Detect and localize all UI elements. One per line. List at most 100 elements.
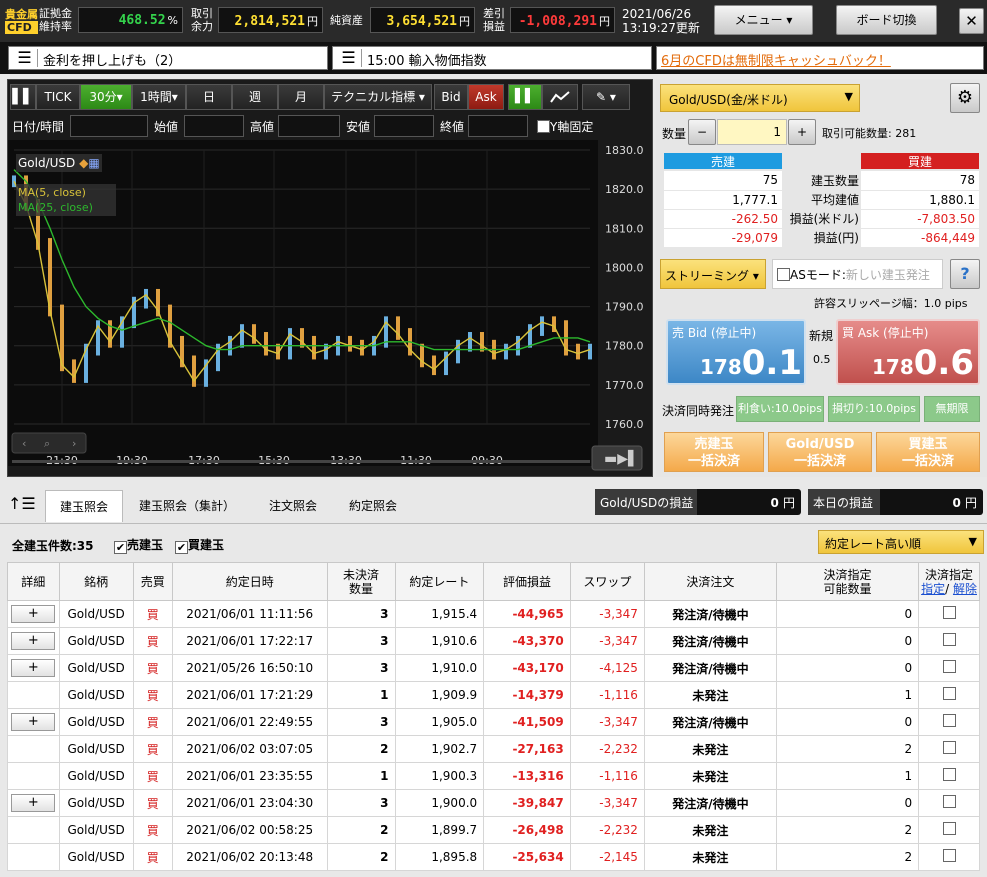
news-item-2[interactable]: ☰ 15:00 輸入物価指数 <box>332 46 652 70</box>
release-link[interactable]: 解除 <box>953 582 977 596</box>
streaming-select[interactable]: ストリーミング ▾ <box>660 259 766 289</box>
close-button[interactable]: ✕ <box>959 8 984 34</box>
settle-checkbox[interactable] <box>942 633 956 646</box>
bulk-sell-close-button[interactable]: 売建玉 一括決済 <box>664 432 764 472</box>
settle-checkbox[interactable] <box>942 741 956 754</box>
take-profit-button[interactable]: 利食い:10.0pips <box>736 396 824 422</box>
settle-checkbox[interactable] <box>942 849 956 862</box>
rate-cell: 1,902.7 <box>394 735 485 763</box>
detail-expand-button[interactable]: + <box>11 713 56 731</box>
y-tick-label: 1830.0 <box>605 144 644 157</box>
settle-checkbox[interactable] <box>942 606 956 619</box>
ask-button[interactable]: Ask <box>468 84 504 110</box>
as-mode-checkbox[interactable] <box>777 268 790 281</box>
expiry-button[interactable]: 無期限 <box>924 396 980 422</box>
as-mode-field[interactable]: ASモード:新しい建玉発注 <box>772 259 943 289</box>
news-item-1[interactable]: ☰ 金利を押し上げも（2） <box>8 46 328 70</box>
side-cell: 買 <box>132 789 173 817</box>
symbol-select[interactable]: Gold/USD(金/米ドル) ▼ <box>660 84 860 112</box>
1hour-button[interactable]: 1時間▾ <box>132 84 186 110</box>
draw-tool-icon[interactable]: ✎ ▾ <box>582 84 630 110</box>
help-button[interactable]: ? <box>950 259 980 289</box>
col-header: 未決済 数量 <box>326 562 396 601</box>
promo-link[interactable]: 6月のCFDは無制限キャッシュバック！ <box>656 46 984 70</box>
detail-expand-button[interactable]: + <box>11 794 56 812</box>
swap-cell: -3,347 <box>569 600 645 628</box>
table-row: + Gold/USD 買 2021/05/26 16:50:10 3 1,910.0 -43… <box>7 654 980 682</box>
tab-executions[interactable]: 約定照会 <box>334 490 412 522</box>
bulk-symbol-close-button[interactable]: Gold/USD 一括決済 <box>768 432 872 472</box>
day-button[interactable]: 日 <box>186 84 232 110</box>
total-positions: 全建玉件数:35 <box>12 539 94 553</box>
datetime-cell: 2021/06/02 20:13:48 <box>171 843 328 871</box>
symbol-cell: Gold/USD <box>58 681 134 709</box>
qty-label: 数量 <box>662 127 687 141</box>
table-row: + Gold/USD 買 2021/06/01 23:04:30 3 1,900.0 -39… <box>7 789 980 817</box>
detail-expand-button[interactable]: + <box>11 659 56 677</box>
detail-expand-button[interactable]: + <box>11 605 56 623</box>
swap-cell: -1,116 <box>569 681 645 709</box>
swap-cell: -3,347 <box>569 708 645 736</box>
col-header[interactable]: 銘柄 <box>58 562 134 601</box>
rate-cell: 1,905.0 <box>394 708 485 736</box>
buy-filter-checkbox[interactable]: ✔ 買建玉 <box>175 536 224 554</box>
open-field <box>184 115 244 137</box>
qty-plus-button[interactable]: + <box>788 119 816 145</box>
detail-expand-button[interactable]: + <box>11 632 56 650</box>
tab-orders[interactable]: 注文照会 <box>254 490 332 522</box>
bulk-buy-close-button[interactable]: 買建玉 一括決済 <box>876 432 980 472</box>
swap-cell: -3,347 <box>569 789 645 817</box>
qty-cell: 3 <box>326 600 396 628</box>
settle-checkbox[interactable] <box>942 768 956 781</box>
specify-link[interactable]: 指定 <box>921 582 945 596</box>
candlestick-icon[interactable]: ▌▌ <box>508 84 542 110</box>
sell-filter-checkbox[interactable]: ✔ 売建玉 <box>114 536 163 554</box>
settings-button[interactable]: ⚙ <box>950 83 980 113</box>
settle-checkbox[interactable] <box>942 795 956 808</box>
col-header: 決済注文 <box>643 562 777 601</box>
sort-select[interactable]: 約定レート高い順 ▼ <box>818 530 984 554</box>
chart-scrollbar[interactable] <box>12 460 590 463</box>
menu-button[interactable]: メニュー ▾ <box>714 5 813 35</box>
month-button[interactable]: 月 <box>278 84 324 110</box>
settle-checkbox[interactable] <box>942 660 956 673</box>
swap-cell: -2,232 <box>569 735 645 763</box>
chart-type-icon[interactable]: ▌▌ <box>10 84 36 110</box>
settle-checkbox[interactable] <box>942 822 956 835</box>
30min-button[interactable]: 30分▾ <box>80 84 132 110</box>
bid-button[interactable]: Bid <box>434 84 468 110</box>
product-logo: 貴金属 CFD <box>5 8 38 34</box>
settle-checkbox[interactable] <box>942 687 956 700</box>
symbol-pl-value: 0 円 <box>770 496 795 510</box>
technical-dropdown[interactable]: テクニカル指標 ▾ <box>324 84 432 110</box>
today-pl-value: 0 円 <box>952 496 977 510</box>
side-cell: 買 <box>132 843 173 871</box>
yfix-checkbox[interactable]: Y軸固定 <box>537 118 593 135</box>
candle-bar <box>420 343 424 368</box>
rate-cell: 1,895.8 <box>394 843 485 871</box>
qty-cell: 1 <box>326 681 396 709</box>
order-status-cell: 発注済/待機中 <box>643 600 777 628</box>
settle-checkbox[interactable] <box>942 714 956 727</box>
candle-bar <box>360 339 364 356</box>
sell-bid-button[interactable]: 売 Bid (停止中) 1780.1 <box>666 319 806 385</box>
summary-row: 75 建玉数量 78 <box>664 171 979 190</box>
qty-minus-button[interactable]: − <box>688 119 716 145</box>
avail-qty-cell: 0 <box>775 654 920 682</box>
week-button[interactable]: 週 <box>232 84 278 110</box>
col-header: 売買 <box>132 562 173 601</box>
yfix-check[interactable] <box>537 120 550 133</box>
avail-qty-cell: 0 <box>775 627 920 655</box>
stop-loss-button[interactable]: 損切り:10.0pips <box>828 396 920 422</box>
board-switch-button[interactable]: ボード切換 <box>836 5 937 35</box>
y-tick-label: 1810.0 <box>605 222 644 235</box>
line-chart-icon[interactable] <box>542 84 578 110</box>
tab-positions-summary[interactable]: 建玉照会（集計） <box>128 490 246 522</box>
tab-positions[interactable]: 建玉照会 <box>45 490 123 522</box>
buy-ask-button[interactable]: 買 Ask (停止中) 1780.6 <box>836 319 980 385</box>
sort-toggle-icon[interactable]: ↑☰ <box>8 494 36 513</box>
table-row: + Gold/USD 買 2021/06/01 17:22:17 3 1,910.6 -43… <box>7 627 980 655</box>
qty-input[interactable]: 1 <box>717 119 787 145</box>
tick-button[interactable]: TICK <box>36 84 80 110</box>
rate-cell: 1,900.0 <box>394 789 485 817</box>
